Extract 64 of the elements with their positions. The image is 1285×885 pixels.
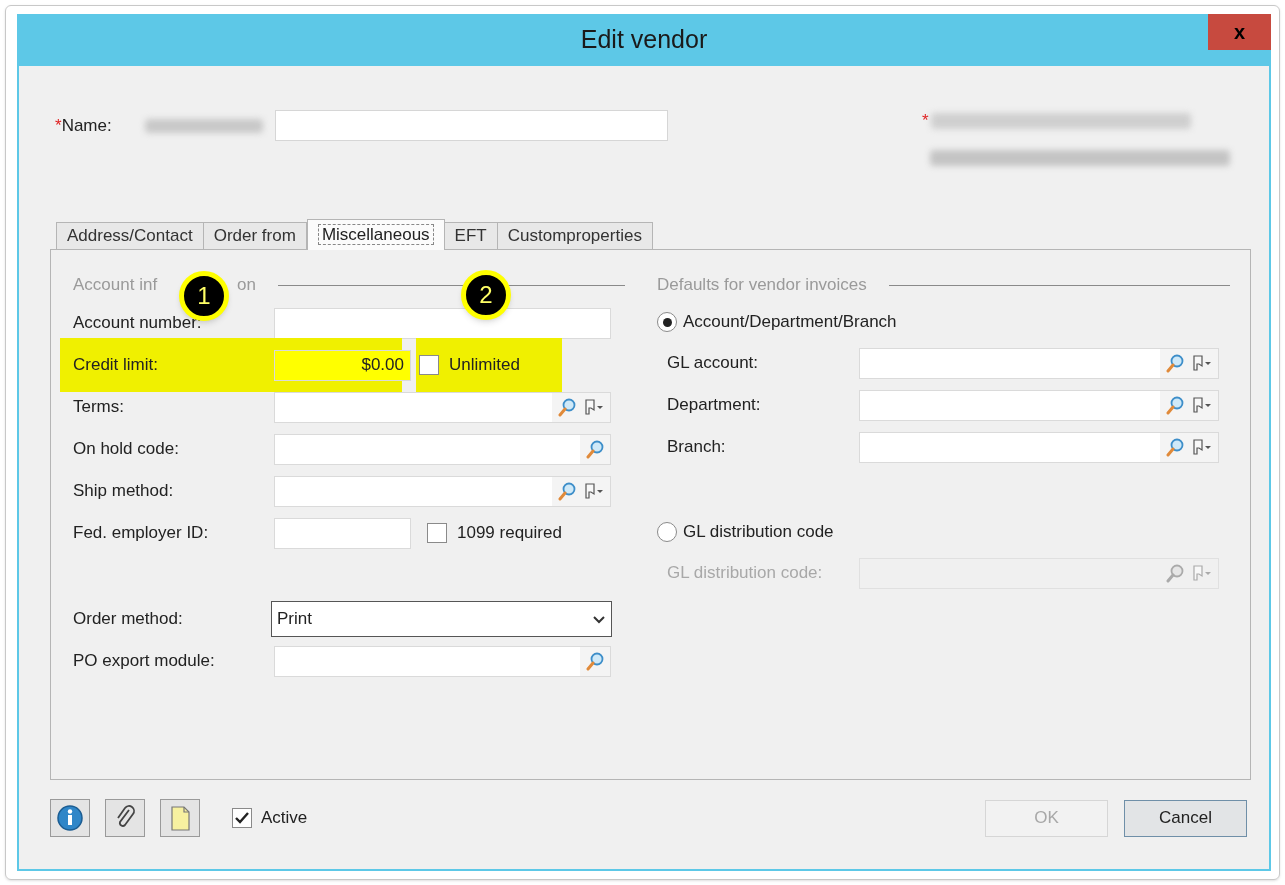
name-label: *Name: bbox=[55, 114, 113, 137]
field-label: Ship method: bbox=[73, 481, 174, 501]
tab[interactable]: Order from bbox=[202, 222, 307, 249]
search-icon bbox=[557, 397, 577, 417]
text-field[interactable] bbox=[274, 307, 611, 339]
radio-label: GL distribution code bbox=[683, 521, 834, 544]
info-button[interactable] bbox=[50, 799, 90, 837]
field-label: Credit limit: bbox=[73, 355, 158, 375]
window-title: Edit vendor bbox=[580, 24, 708, 56]
close-button[interactable]: x bbox=[1208, 14, 1271, 50]
checkbox[interactable] bbox=[427, 523, 447, 543]
chevron-down-icon bbox=[592, 613, 606, 625]
search-icon bbox=[1165, 437, 1185, 457]
search-icon bbox=[1165, 563, 1185, 583]
lookup-field[interactable] bbox=[859, 389, 1219, 421]
dropdown[interactable]: Print bbox=[271, 601, 612, 637]
dropdown-value: Print bbox=[277, 608, 312, 631]
search-icon bbox=[557, 481, 577, 501]
flag-dropdown-icon bbox=[1191, 563, 1213, 583]
dialog-button[interactable]: Cancel bbox=[1124, 799, 1247, 837]
group-title: on bbox=[237, 274, 257, 297]
checkbox[interactable] bbox=[419, 355, 439, 375]
search-icon bbox=[585, 651, 605, 671]
document-button[interactable] bbox=[160, 799, 200, 837]
name-field[interactable] bbox=[275, 110, 668, 141]
radio-button[interactable] bbox=[657, 522, 677, 542]
search-icon bbox=[1165, 395, 1185, 415]
checkbox-label: 1099 required bbox=[457, 522, 562, 545]
checkbox-label: Active bbox=[261, 807, 308, 830]
lookup-field[interactable] bbox=[859, 431, 1219, 463]
tab[interactable]: Address/Contact bbox=[56, 222, 204, 249]
search-icon bbox=[1165, 353, 1185, 373]
lookup-field[interactable] bbox=[859, 347, 1219, 379]
lookup-field[interactable] bbox=[274, 645, 611, 677]
text-field[interactable] bbox=[274, 517, 411, 549]
text-field[interactable]: $0.00 bbox=[274, 349, 411, 381]
required-mark: * bbox=[922, 110, 929, 132]
lookup-field[interactable] bbox=[274, 475, 611, 507]
paperclip-button[interactable] bbox=[105, 799, 145, 837]
flag-dropdown-icon bbox=[1191, 437, 1213, 457]
flag-dropdown-icon bbox=[1191, 395, 1213, 415]
tab[interactable]: Customproperties bbox=[496, 222, 653, 249]
radio-button[interactable] bbox=[657, 312, 677, 332]
field-label: GL account: bbox=[667, 353, 759, 373]
lookup-field[interactable] bbox=[274, 433, 611, 465]
lookup-field[interactable] bbox=[274, 391, 611, 423]
field-label: Branch: bbox=[667, 437, 726, 457]
info-icon bbox=[55, 803, 85, 833]
search-icon bbox=[585, 439, 605, 459]
field-label: On hold code: bbox=[73, 439, 179, 459]
field-label: Fed. employer ID: bbox=[73, 523, 209, 543]
field-label: GL distribution code: bbox=[667, 563, 823, 583]
group-title: Account inf bbox=[73, 274, 158, 297]
field-label: Department: bbox=[667, 395, 761, 415]
checkbox[interactable] bbox=[232, 808, 252, 828]
flag-dropdown-icon bbox=[1191, 353, 1213, 373]
field-label: PO export module: bbox=[73, 651, 215, 671]
group-title: Defaults for vendor invoices bbox=[657, 274, 867, 297]
radio-label: Account/Department/Branch bbox=[683, 311, 897, 334]
checkbox-label: Unlimited bbox=[449, 354, 520, 377]
field-label: Order method: bbox=[73, 609, 183, 629]
tab[interactable]: Miscellaneous bbox=[306, 219, 445, 250]
tab[interactable]: EFT bbox=[443, 222, 498, 249]
field-label: Terms: bbox=[73, 397, 124, 417]
